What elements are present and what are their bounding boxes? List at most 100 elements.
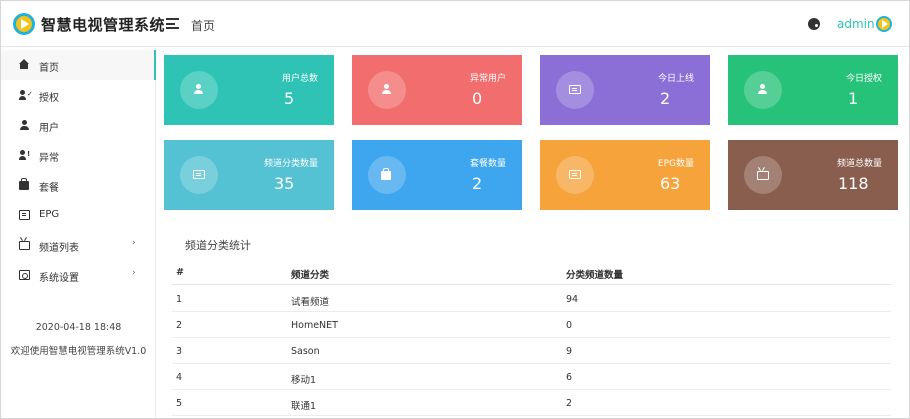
- stat-card-auth-today[interactable]: 今日授权 1: [728, 55, 898, 125]
- sidebar-welcome-text: 欢迎使用智慧电视管理系统V1.0: [10, 346, 147, 357]
- section-title: 频道分类统计: [185, 239, 251, 252]
- card-label: 今日授权: [845, 74, 882, 84]
- stat-card-channel-categories[interactable]: 频道分类数量 35: [164, 140, 334, 210]
- sidebar-item-label: 系统设置: [39, 273, 79, 284]
- home-icon: [19, 59, 29, 69]
- row-index: 2: [176, 320, 183, 331]
- table-row: 5 联通1 2: [172, 390, 891, 416]
- breadcrumb: 首页: [191, 19, 216, 33]
- tv-icon: [757, 171, 769, 180]
- card-label: 异常用户: [469, 74, 506, 84]
- chevron-right-icon: ›: [132, 238, 136, 248]
- epg-icon: [569, 170, 581, 179]
- sidebar-item-label: 异常: [39, 153, 59, 164]
- card-icon-circle: [180, 156, 218, 194]
- table-row: 3 Sason 9: [172, 338, 891, 364]
- sidebar: 首页 ✓ 授权 用户 ! 异常 套餐 EPG 频道列表 › 系统设置 › 202…: [1, 48, 156, 418]
- user-menu[interactable]: admin: [837, 17, 875, 31]
- stat-card-users[interactable]: 用户总数 5: [164, 55, 334, 125]
- sidebar-item-label: 套餐: [39, 183, 59, 194]
- card-icon-circle: [180, 71, 218, 109]
- channel-count: 2: [566, 398, 573, 409]
- channel-count: 0: [566, 320, 573, 331]
- card-value: 35: [274, 174, 295, 193]
- sidebar-item-home[interactable]: 首页: [1, 50, 156, 80]
- app-window: 智慧电视管理系统 首页 admin 首页 ✓ 授权 用户 ! 异常 套餐 EPG…: [0, 0, 910, 419]
- avatar[interactable]: [876, 16, 892, 32]
- column-header: 频道分类: [291, 270, 330, 281]
- row-index: 1: [176, 294, 183, 305]
- sidebar-item-auth[interactable]: ✓ 授权: [1, 80, 156, 110]
- user-alert-icon: [381, 84, 393, 96]
- sidebar-item-label: 授权: [39, 93, 59, 104]
- category-name: 试看频道: [291, 297, 330, 308]
- top-header: 智慧电视管理系统 首页 admin: [1, 1, 909, 47]
- stat-card-abnormal[interactable]: 异常用户 0: [352, 55, 522, 125]
- card-label: 频道总数量: [836, 159, 882, 169]
- category-name: 移动1: [291, 375, 317, 386]
- sidebar-item-packages[interactable]: 套餐: [1, 170, 156, 200]
- sidebar-item-label: EPG: [39, 209, 60, 220]
- sidebar-item-abnormal[interactable]: ! 异常: [1, 140, 156, 170]
- channel-count: 6: [566, 372, 573, 383]
- app-logo-icon: [13, 13, 35, 35]
- column-header: #: [176, 267, 184, 278]
- column-header: 分类频道数量: [566, 270, 624, 281]
- bag-icon: [19, 178, 29, 190]
- app-title: 智慧电视管理系统: [41, 16, 166, 34]
- card-icon-circle: [744, 71, 782, 109]
- sidebar-item-epg[interactable]: EPG: [1, 200, 156, 230]
- card-icon-circle: [368, 71, 406, 109]
- category-name: Sason: [291, 346, 320, 357]
- stat-card-online-today[interactable]: 今日上线 2: [540, 55, 710, 125]
- login-icon: [569, 85, 581, 94]
- row-index: 4: [176, 372, 183, 383]
- bag-icon: [381, 168, 391, 180]
- channel-count: 9: [566, 346, 573, 357]
- table-row: 1 试看频道 94: [172, 286, 891, 312]
- card-value: 0: [472, 89, 483, 108]
- list-icon: [193, 170, 205, 179]
- card-label: 用户总数: [281, 74, 318, 84]
- chevron-right-icon: ›: [132, 268, 136, 278]
- row-index: 3: [176, 346, 183, 357]
- card-value: 2: [660, 89, 671, 108]
- sidebar-item-users[interactable]: 用户: [1, 110, 156, 140]
- card-label: 今日上线: [657, 74, 694, 84]
- sidebar-item-settings[interactable]: 系统设置 ›: [1, 260, 156, 290]
- sidebar-item-label: 频道列表: [39, 243, 79, 254]
- settings-icon: [19, 270, 30, 280]
- user-check-icon: ✓: [19, 90, 33, 100]
- card-icon-circle: [556, 156, 594, 194]
- user-check-icon: [757, 84, 769, 96]
- tv-icon: [19, 241, 30, 250]
- card-icon-circle: [368, 156, 406, 194]
- theme-palette-icon[interactable]: [808, 18, 820, 30]
- card-value: 1: [848, 89, 859, 108]
- stat-card-epg[interactable]: EPG数量 63: [540, 140, 710, 210]
- card-value: 118: [838, 174, 869, 193]
- table-header-row: # 频道分类 分类频道数量: [172, 259, 891, 285]
- user-alert-icon: !: [19, 150, 30, 160]
- card-value: 2: [472, 174, 483, 193]
- channel-count: 94: [566, 294, 579, 305]
- card-value: 63: [660, 174, 681, 193]
- card-label: 频道分类数量: [263, 159, 318, 169]
- stat-card-channels-total[interactable]: 频道总数量 118: [728, 140, 898, 210]
- card-icon-circle: [744, 156, 782, 194]
- sidebar-item-label: 用户: [39, 123, 59, 134]
- sidebar-datetime: 2020-04-18 18:48: [35, 322, 122, 333]
- stat-card-packages[interactable]: 套餐数量 2: [352, 140, 522, 210]
- sidebar-item-channels[interactable]: 频道列表 ›: [1, 230, 156, 260]
- epg-icon: [19, 210, 30, 220]
- card-value: 5: [284, 89, 295, 108]
- user-icon: [193, 84, 205, 96]
- card-label: 套餐数量: [469, 159, 506, 169]
- category-name: 联通1: [291, 401, 317, 412]
- row-index: 5: [176, 398, 183, 409]
- category-name: HomeNET: [291, 320, 338, 331]
- card-label: EPG数量: [657, 159, 694, 169]
- menu-toggle-icon[interactable]: [166, 18, 179, 29]
- card-icon-circle: [556, 71, 594, 109]
- table-row: 4 移动1 6: [172, 364, 891, 390]
